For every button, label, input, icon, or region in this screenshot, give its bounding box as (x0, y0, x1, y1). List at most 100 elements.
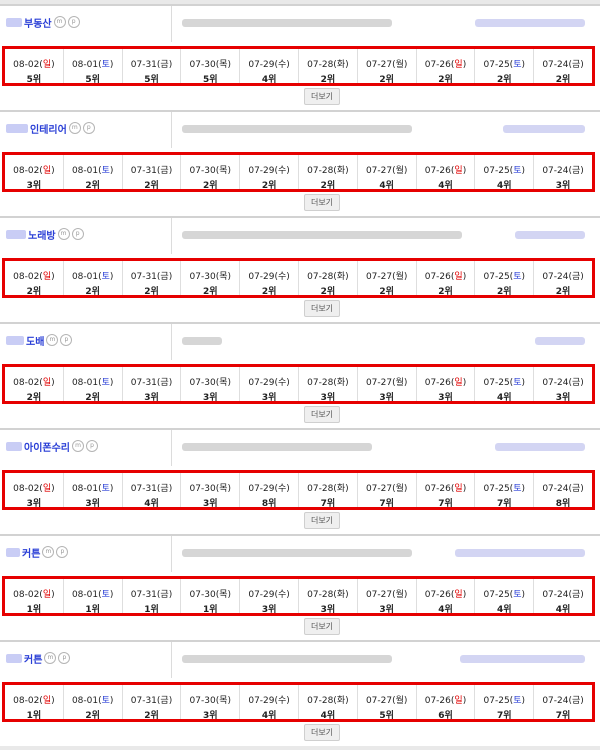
keyword-label[interactable]: 부동산 (24, 15, 52, 30)
pc-badge-icon[interactable]: p (82, 122, 95, 134)
pc-badge-icon[interactable]: p (58, 652, 71, 664)
keyword-title[interactable]: 커튼 m p (6, 544, 69, 560)
rank-value: 1위 (203, 605, 218, 615)
mobile-badge-icon[interactable]: m (44, 652, 57, 664)
blurred-store-name (6, 123, 28, 133)
mobile-badge-icon[interactable]: m (53, 16, 66, 28)
date-label: 07-26(일) (424, 272, 467, 282)
more-button[interactable]: 더보기 (304, 512, 340, 529)
rank-value: 8위 (555, 499, 571, 509)
blurred-link[interactable] (535, 337, 585, 345)
weekday-label: 월 (395, 272, 404, 282)
rank-cell: 07-30(목) 5위 (181, 49, 241, 85)
rank-cell: 07-27(월) 3위 (358, 367, 417, 403)
keyword-title[interactable]: 아이폰수리 m p (6, 438, 98, 454)
mobile-badge-icon[interactable]: m (42, 546, 55, 558)
blurred-link[interactable] (515, 231, 585, 239)
rank-value: 2위 (85, 287, 100, 297)
date-label: 07-31(금) (130, 166, 173, 176)
date-label: 08-01(토) (71, 60, 114, 70)
more-button[interactable]: 더보기 (304, 406, 340, 423)
keyword-title[interactable]: 부동산 m p (6, 14, 80, 30)
date-label: 08-01(토) (71, 378, 114, 388)
more-button[interactable]: 더보기 (304, 88, 340, 105)
rank-value: 2위 (26, 287, 42, 297)
keyword-label[interactable]: 인테리어 (30, 121, 67, 136)
blurred-url[interactable] (182, 337, 222, 345)
more-button[interactable]: 더보기 (304, 618, 340, 635)
keyword-label[interactable]: 노래방 (28, 227, 56, 242)
rank-value: 7위 (438, 499, 453, 509)
keyword-label[interactable]: 아이폰수리 (24, 439, 70, 454)
more-button[interactable]: 더보기 (304, 724, 340, 741)
pc-badge-icon[interactable]: p (67, 16, 80, 28)
blurred-link[interactable] (460, 655, 585, 663)
rank-cell: 07-29(수) 4위 (240, 685, 299, 721)
rank-value: 5위 (26, 75, 42, 85)
blurred-link[interactable] (455, 549, 585, 557)
info-row: 커튼 m p (0, 642, 600, 678)
date-label: 07-31(금) (130, 272, 173, 282)
keyword-label[interactable]: 도배 (26, 333, 44, 348)
blurred-url[interactable] (182, 19, 392, 27)
keyword-title[interactable]: 도배 m p (6, 332, 73, 348)
weekday-label: 목 (219, 166, 228, 176)
blurred-url[interactable] (182, 231, 462, 239)
rank-cell: 07-29(수) 4위 (240, 49, 299, 85)
column-divider (171, 6, 172, 42)
mobile-badge-icon[interactable]: m (72, 440, 84, 452)
weekday-label: 일 (42, 484, 52, 494)
rank-cell: 07-25(토) 2위 (475, 49, 535, 85)
rank-value: 4위 (379, 181, 394, 191)
keyword-title[interactable]: 인테리어 m p (6, 120, 95, 136)
rank-value: 3위 (555, 393, 571, 403)
weekday-label: 월 (395, 590, 404, 600)
more-button[interactable]: 더보기 (304, 194, 340, 211)
rank-cell: 07-30(목) 3위 (181, 367, 241, 403)
date-label: 07-31(금) (130, 60, 173, 70)
pc-badge-icon[interactable]: p (60, 334, 73, 346)
date-label: 07-29(수) (248, 60, 290, 70)
date-label: 08-02(일) (13, 696, 55, 706)
weekday-label: 일 (454, 696, 463, 706)
keyword-label[interactable]: 커튼 (22, 545, 40, 560)
blurred-url[interactable] (182, 549, 412, 557)
mobile-badge-icon[interactable]: m (46, 334, 59, 346)
rank-cell: 07-30(목) 2위 (181, 155, 241, 191)
pc-badge-icon[interactable]: p (56, 546, 69, 558)
keyword-title[interactable]: 커튼 m p (6, 650, 71, 666)
rank-value: 4위 (438, 605, 453, 615)
rank-value: 5위 (379, 711, 394, 721)
keyword-label[interactable]: 커튼 (24, 651, 42, 666)
weekday-label: 금 (160, 696, 169, 706)
blurred-url[interactable] (182, 655, 392, 663)
rank-cell: 07-26(일) 7위 (417, 473, 476, 509)
pc-badge-icon[interactable]: p (71, 228, 84, 240)
blurred-link[interactable] (503, 125, 585, 133)
info-row: 노래방 m p (0, 218, 600, 254)
weekday-label: 금 (160, 166, 169, 176)
rank-cell: 08-02(일) 1위 (5, 685, 64, 721)
rank-cell: 08-02(일) 3위 (5, 473, 64, 509)
pc-badge-icon[interactable]: p (86, 440, 98, 452)
keyword-title[interactable]: 노래방 m p (6, 226, 84, 242)
rank-value: 2위 (379, 287, 394, 297)
rank-value: 4위 (261, 75, 277, 85)
date-label: 08-01(토) (71, 696, 114, 706)
date-label: 08-01(토) (71, 272, 114, 282)
weekday-label: 화 (336, 272, 346, 282)
rank-cell: 08-02(일) 1위 (5, 579, 64, 615)
mobile-badge-icon[interactable]: m (57, 228, 70, 240)
blurred-url[interactable] (182, 125, 412, 133)
rank-cell: 07-31(금) 2위 (123, 685, 182, 721)
date-label: 07-28(화) (307, 590, 349, 600)
date-label: 07-29(수) (248, 590, 290, 600)
blurred-link[interactable] (495, 443, 585, 451)
mobile-badge-icon[interactable]: m (68, 122, 81, 134)
more-button[interactable]: 더보기 (304, 300, 340, 317)
blurred-link[interactable] (475, 19, 585, 27)
rank-value: 7위 (320, 499, 336, 509)
rank-cell: 08-01(토) 2위 (64, 155, 123, 191)
date-label: 07-24(금) (542, 590, 584, 600)
blurred-url[interactable] (182, 443, 372, 451)
